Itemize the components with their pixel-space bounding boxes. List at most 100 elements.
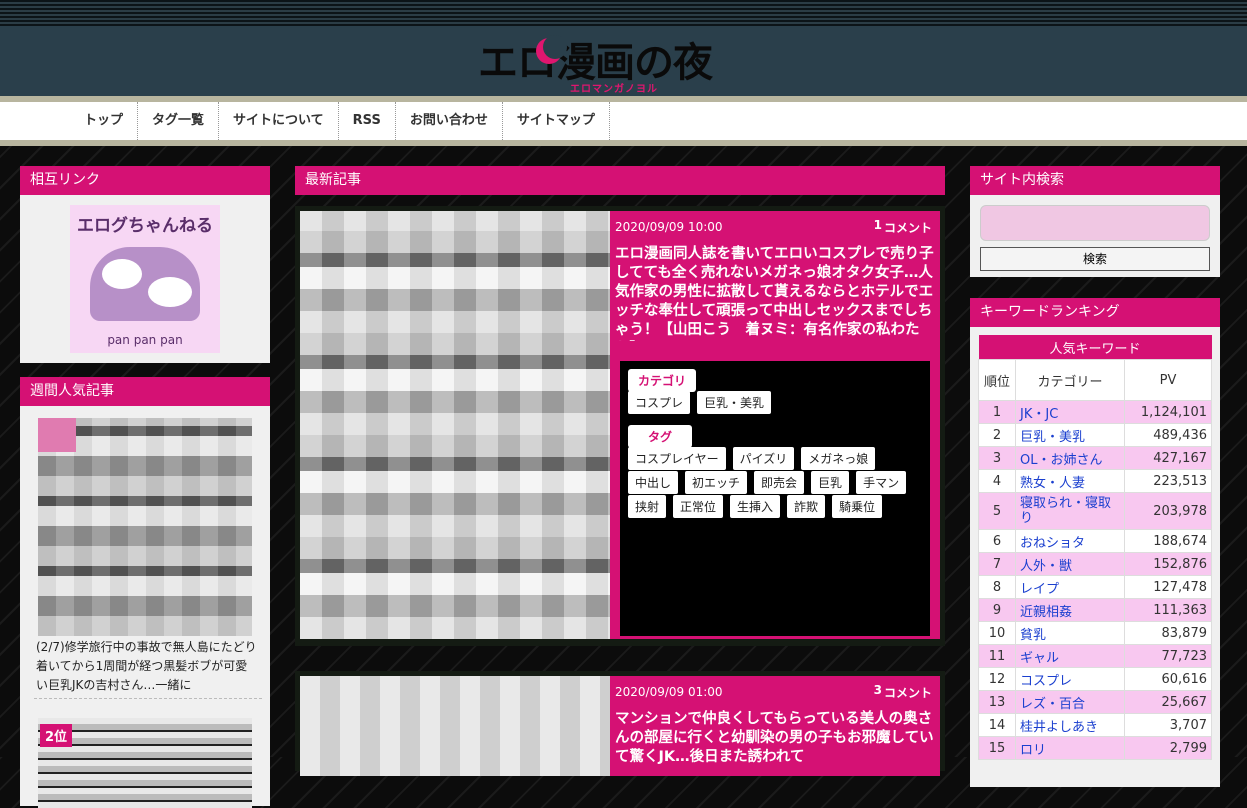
table-row: 9 近親相姦 111,363	[978, 598, 1212, 622]
category-link[interactable]: レイプ	[1015, 575, 1125, 599]
tag-link[interactable]: メガネっ娘	[801, 447, 876, 470]
taxonomy-box: カテゴリ コスプレ 巨乳・美乳 タグ コスプレイヤー パイズリ メガネっ娘 中出…	[620, 361, 930, 636]
pv-cell: 83,879	[1124, 621, 1212, 645]
article-info: 2020/09/09 01:00 3 コメント マンションで仲良くしてもらっている…	[610, 676, 940, 776]
section-title: 最新記事	[295, 166, 945, 195]
table-row: 15 ロリ 2,799	[978, 736, 1212, 760]
tag-link[interactable]: 即売会	[754, 471, 805, 494]
article-date: 2020/09/09 01:00	[615, 685, 723, 699]
pv-cell: 188,674	[1124, 529, 1212, 553]
nav-item-sitemap[interactable]: サイトマップ	[503, 102, 610, 140]
column-header-pv: PV	[1124, 359, 1212, 401]
table-row: 3 OL・お姉さん 427,167	[978, 446, 1212, 470]
category-link[interactable]: OL・お姉さん	[1015, 446, 1125, 470]
rank-cell: 4	[978, 469, 1016, 493]
pv-cell: 152,876	[1124, 552, 1212, 576]
rank-cell: 13	[978, 690, 1016, 714]
article-title[interactable]: マンションで仲良くしてもらっている美人の奥さんの部屋に行くと幼馴染の男の子もお邪…	[615, 710, 935, 772]
table-row: 1 JK・JC 1,124,101	[978, 400, 1212, 424]
rank-cell: 14	[978, 713, 1016, 737]
partner-banner[interactable]: エログちゃんねる pan pan pan	[70, 205, 220, 353]
search-input[interactable]	[980, 205, 1210, 241]
comment-link[interactable]: 1 コメント	[874, 218, 932, 236]
comment-label: コメント	[883, 686, 932, 700]
category-link[interactable]: 人外・獣	[1015, 552, 1125, 576]
category-link[interactable]: ロリ	[1015, 736, 1125, 760]
pv-cell: 1,124,101	[1124, 400, 1212, 424]
site-logo[interactable]: エロ漫画の夜 エロマンガノヨル	[478, 30, 778, 95]
rank-cell: 7	[978, 552, 1016, 576]
pv-cell: 203,978	[1124, 492, 1212, 530]
widget-title: キーワードランキング	[970, 298, 1220, 327]
table-row: 2 巨乳・美乳 489,436	[978, 423, 1212, 447]
tag-list: 中出し 初エッチ 即売会 巨乳 手マン	[628, 471, 913, 494]
table-row: 12 コスプレ 60,616	[978, 667, 1212, 691]
tag-link[interactable]: パイズリ	[732, 447, 795, 470]
tag-link[interactable]: 生挿入	[730, 495, 781, 518]
article-thumbnail[interactable]	[38, 418, 252, 636]
category-link[interactable]: 熟女・人妻	[1015, 469, 1125, 493]
category-link[interactable]: レズ・百合	[1015, 690, 1125, 714]
tag-link[interactable]: 巨乳	[811, 471, 850, 494]
tag-link[interactable]: 手マン	[856, 471, 907, 494]
banner-title: エログちゃんねる	[77, 216, 213, 236]
tag-link[interactable]: 詐欺	[787, 495, 826, 518]
category-link[interactable]: JK・JC	[1015, 400, 1125, 424]
keyword-ranking-widget: キーワードランキング 人気キーワード 順位 カテゴリー PV 1 JK・JC 1,1…	[970, 298, 1220, 787]
category-link[interactable]: ギャル	[1015, 644, 1125, 668]
comment-link[interactable]: 3 コメント	[874, 683, 932, 701]
category-link[interactable]: 桂井よしあき	[1015, 713, 1125, 737]
widget-body: 検索	[970, 195, 1220, 277]
category-link[interactable]: 寝取られ・寝取り	[1015, 492, 1125, 530]
comment-count: 1	[873, 218, 882, 232]
table-row: 14 桂井よしあき 3,707	[978, 713, 1212, 737]
tag-link[interactable]: 挟射	[628, 495, 667, 518]
category-link[interactable]: 巨乳・美乳	[1015, 423, 1125, 447]
column-header-category: カテゴリー	[1015, 359, 1125, 401]
pv-cell: 2,799	[1124, 736, 1212, 760]
article-info: 2020/09/09 10:00 1 コメント エロ漫画同人誌を書いてエロいコスプ…	[610, 211, 940, 639]
banner-subtitle: pan pan pan	[107, 333, 183, 347]
tag-link[interactable]: コスプレイヤー	[628, 447, 726, 470]
article-thumbnail[interactable]: 2位	[38, 718, 252, 808]
category-link[interactable]: 近親相姦	[1015, 598, 1125, 622]
category-link[interactable]: おねショタ	[1015, 529, 1125, 553]
category-link[interactable]: 貧乳	[1015, 621, 1125, 645]
pv-cell: 127,478	[1124, 575, 1212, 599]
tag-link[interactable]: 初エッチ	[685, 471, 748, 494]
tag-link[interactable]: 正常位	[673, 495, 724, 518]
table-caption: 人気キーワード	[978, 335, 1212, 360]
panda-illustration-icon	[90, 247, 200, 321]
rank-cell: 12	[978, 667, 1016, 691]
mutual-links-widget: 相互リンク エログちゃんねる pan pan pan	[20, 166, 270, 363]
top-stripe	[0, 0, 1247, 26]
article-title[interactable]: エロ漫画同人誌を書いてエロいコスプレで売り子してても全く売れないメガネっ娘オタク…	[615, 245, 935, 341]
article-thumbnail[interactable]	[300, 211, 610, 639]
nav-item-rss[interactable]: RSS	[339, 102, 396, 140]
article-thumbnail[interactable]	[300, 676, 610, 776]
widget-title: サイト内検索	[970, 166, 1220, 195]
nav-item-tags[interactable]: タグ一覧	[138, 102, 220, 140]
tag-link[interactable]: 中出し	[628, 471, 679, 494]
column-header-rank: 順位	[978, 359, 1016, 401]
moon-icon	[536, 35, 567, 64]
rank-cell: 1	[978, 400, 1016, 424]
logo-subtitle: エロマンガノヨル	[570, 84, 658, 95]
tag-link[interactable]: 騎乗位	[832, 495, 883, 518]
pv-cell: 427,167	[1124, 446, 1212, 470]
nav-item-top[interactable]: トップ	[70, 102, 139, 140]
widget-body: 人気キーワード 順位 カテゴリー PV 1 JK・JC 1,124,101 2 巨乳・美…	[970, 327, 1220, 787]
category-list: コスプレ 巨乳・美乳	[628, 391, 778, 414]
category-tag[interactable]: コスプレ	[628, 391, 691, 414]
search-button[interactable]: 検索	[980, 247, 1210, 271]
nav-item-about[interactable]: サイトについて	[219, 102, 339, 140]
pv-cell: 25,667	[1124, 690, 1212, 714]
divider	[34, 698, 262, 699]
pv-cell: 77,723	[1124, 644, 1212, 668]
article-card: 2020/09/09 01:00 3 コメント マンションで仲良くしてもらっている…	[295, 671, 945, 776]
category-link[interactable]: コスプレ	[1015, 667, 1125, 691]
category-tag[interactable]: 巨乳・美乳	[697, 391, 772, 414]
comment-count: 3	[873, 683, 882, 697]
article-link[interactable]: (2/7)修学旅行中の事故で無人島にたどり着いてから1周間が経つ黒髪ボブが可愛い…	[36, 638, 258, 695]
nav-item-contact[interactable]: お問い合わせ	[396, 102, 503, 140]
